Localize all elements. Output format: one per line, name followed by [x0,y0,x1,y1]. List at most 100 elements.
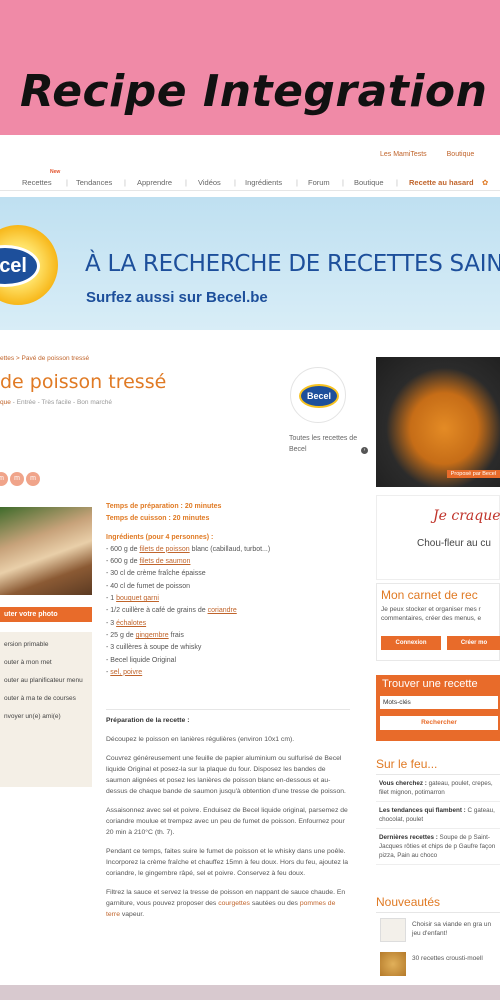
rating-dot: m [10,472,24,486]
ingredient-item: - 1 bouquet garni [106,593,346,605]
send-friend-link[interactable]: nvoyer un(e) ami(e) [4,712,88,721]
ingredient-text: - 30 cl de crème fraîche épaisse [106,570,206,578]
carnet-box: Mon carnet de rec Je peux stocker et org… [376,583,500,661]
news-item-text: 30 recettes crousti-moell [412,955,483,962]
recipe-photo [0,507,92,595]
nav-item-boutique[interactable]: Boutique [354,178,384,187]
find-recipe-title: Trouver une recette [382,678,478,690]
search-button[interactable]: Rechercher [380,716,498,730]
step-text: vapeur. [119,910,145,918]
top-link-boutique[interactable]: Boutique [447,151,475,158]
ingredient-text: frais [168,631,184,639]
ingredient-link[interactable]: coriandre [208,607,237,614]
courgettes-link[interactable]: courgettes [218,900,250,907]
recipe-title: de poisson tressé [0,371,167,393]
carnet-text: Je peux stocker et organiser mes r comme… [381,606,482,622]
ingredient-text: blanc (cabillaud, turbot...) [189,545,271,553]
ad-headline: À LA RECHERCHE DE RECETTES SAINES ET DÉL… [85,251,500,277]
nouveautes-box: Nouveautés Choisir sa viande en gra un j… [376,895,500,981]
ad-subline: Surfez aussi sur Becel.be [86,289,268,306]
create-account-button[interactable]: Créer mo [447,636,500,650]
becel-badge[interactable]: Becel [290,367,346,423]
dice-icon: ✿ [482,178,489,187]
craque-dish: Chou-fleur au cu [417,538,491,549]
ingredient-item: - sel, poivre [106,667,346,679]
ingredient-item: - 3 échalotes [106,618,346,630]
rating-dot: m [26,472,40,486]
becel-ad-banner[interactable]: cel À LA RECHERCHE DE RECETTES SAINES ET… [0,197,500,330]
ingredient-link[interactable]: échalotes [116,620,146,627]
nav-item-recettes[interactable]: Recettes [22,178,52,187]
featured-recipe-photo[interactable]: Proposé par Becel [376,357,500,487]
news-item[interactable]: Choisir sa viande en gra un jeu d'enfant… [376,913,500,947]
nouveautes-title: Nouveautés [376,895,500,913]
new-badge: New [50,169,61,175]
website-screenshot: Les MamiTests Boutique New Recettes | Te… [0,135,500,985]
breadcrumb[interactable]: ettes > Pavé de poisson tressé [0,355,89,362]
nav-item-ingredients[interactable]: Ingrédients [245,178,282,187]
nav-divider: | [185,178,187,187]
news-thumbnail [380,918,406,942]
nav-divider: | [296,178,298,187]
preparation-step: Découpez le poisson en lanières régulièr… [106,735,295,743]
preparation-step: Filtrez la sauce et servez la tresse de … [106,888,350,920]
ingredients-block: Temps de préparation : 20 minutes Temps … [106,501,346,679]
top-link-mamitests[interactable]: Les MamiTests [380,151,427,158]
preparation-step: Couvrez généreusement une feuille de pap… [106,755,346,795]
ingredient-text: - 3 cuillères à soupe de whisky [106,644,202,652]
hot-trends[interactable]: Les tendances qui flambent : C gateau, c… [376,802,500,829]
ingredient-item: - 600 g de filets de saumon [106,556,346,568]
cook-time: Temps de cuisson : 20 minutes [106,515,210,523]
sur-le-feu-title: Sur le feu... [376,757,500,775]
add-planner-link[interactable]: outer au planificateur menu [4,676,88,685]
rating-dot: m [0,472,8,486]
ingredient-link[interactable]: sel, poivre [110,669,142,676]
nav-item-videos[interactable]: Vidéos [198,178,221,187]
ingredient-text: - Becel liquide Original [106,656,177,664]
all-becel-link[interactable]: Toutes les recettes de Becel › [289,433,368,455]
bottom-strip [0,985,500,1000]
preparation-block: Préparation de la recette : Découpez le … [106,709,350,930]
photo-caption: Proposé par Becel [446,470,500,478]
find-recipe-box: Trouver une recette Mots-clés Rechercher [376,675,500,741]
news-item[interactable]: 30 recettes crousti-moell [376,947,500,981]
je-craque-box[interactable]: Je craque Chou-fleur au cu [376,495,500,580]
ingredient-text: - 3 [106,619,117,627]
becel-badge-logo: Becel [299,384,339,408]
nav-divider: | [342,178,344,187]
ingredient-text: - 600 g de [106,545,140,553]
nav-item-tendances[interactable]: Tendances [76,178,112,187]
ingredient-link[interactable]: filets de poisson [139,546,189,553]
ingredient-link[interactable]: bouquet garni [116,595,159,602]
add-notebook-link[interactable]: outer à mon rnet [4,658,88,667]
ingredients-list: - 600 g de filets de poisson blanc (cabi… [106,544,346,679]
title-banner: Recipe Integration [0,0,500,135]
top-links: Les MamiTests Boutique [380,151,492,158]
rating-dots: mmm [0,467,42,486]
banner-title: Recipe Integration [20,66,488,117]
recipe-tags-text: - Entrée - Très facile - Bon marché [10,399,113,406]
keywords-input[interactable]: Mots-clés [380,696,498,709]
ingredient-link[interactable]: gingembre [136,632,169,639]
ingredient-link[interactable]: filets de saumon [139,558,190,565]
nav-item-apprendre[interactable]: Apprendre [137,178,172,187]
nav-item-forum[interactable]: Forum [308,178,330,187]
recipe-actions: ersion primable outer à mon rnet outer a… [0,632,92,787]
print-version-link[interactable]: ersion primable [4,640,88,649]
recipe-category[interactable]: que [0,399,11,406]
add-shopping-list-link[interactable]: outer à ma te de courses [4,694,88,703]
arrow-right-icon: › [360,447,368,454]
add-photo-button[interactable]: uter votre photo [0,607,92,622]
craque-title: Je craque [433,508,500,524]
nav-divider: | [66,178,68,187]
news-thumbnail [380,952,406,976]
connexion-button[interactable]: Connexion [381,636,441,650]
preparation-title: Préparation de la recette : [106,717,190,724]
trending-searches[interactable]: Vous cherchez : gateau, poulet, crepes, … [376,775,500,802]
nav-divider: | [234,178,236,187]
ingredient-item: - 3 cuillères à soupe de whisky [106,642,346,654]
latest-recipes[interactable]: Dernières recettes : Soupe de p Saint-Ja… [376,829,500,865]
nav-random-recipe[interactable]: Recette au hasard [409,178,474,187]
ingredient-item: - Becel liquide Original [106,655,346,667]
all-becel-label: Toutes les recettes de Becel [289,435,358,453]
